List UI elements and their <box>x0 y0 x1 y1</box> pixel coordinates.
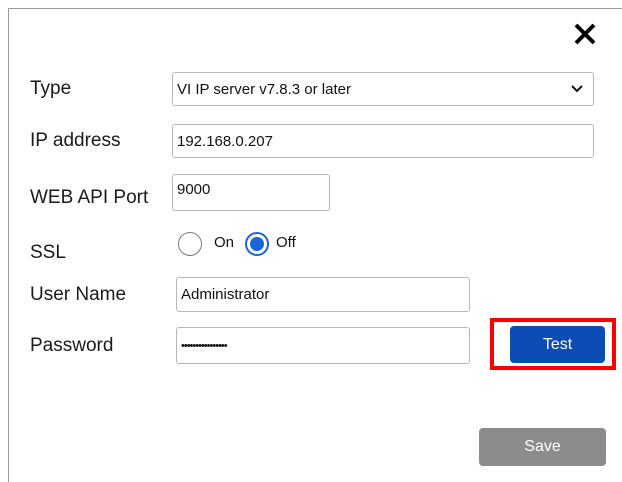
save-button[interactable]: Save <box>479 428 606 466</box>
ssl-on-label[interactable]: On <box>214 234 234 251</box>
type-select[interactable]: VI IP server v7.8.3 or later <box>172 72 594 106</box>
password-value: •••••••••••••••• <box>181 339 228 352</box>
ip-address-value: 192.168.0.207 <box>177 132 273 150</box>
type-label: Type <box>30 78 72 99</box>
ip-address-input[interactable]: 192.168.0.207 <box>172 124 594 158</box>
chevron-down-icon <box>571 85 583 93</box>
ssl-off-label[interactable]: Off <box>276 234 296 251</box>
user-name-value: Administrator <box>181 286 270 303</box>
close-icon[interactable] <box>570 19 600 49</box>
ip-address-label: IP address <box>30 130 121 151</box>
web-api-port-value: 9000 <box>177 181 211 198</box>
web-api-port-input[interactable]: 9000 <box>172 174 330 211</box>
test-button[interactable]: Test <box>510 326 605 363</box>
password-label: Password <box>30 335 114 356</box>
user-name-label: User Name <box>30 284 127 305</box>
ssl-label: SSL <box>30 242 66 263</box>
web-api-port-label: WEB API Port <box>30 187 149 208</box>
ssl-off-radio[interactable] <box>245 232 269 256</box>
user-name-input[interactable]: Administrator <box>176 277 470 312</box>
ssl-on-radio[interactable] <box>178 232 202 256</box>
type-select-value: VI IP server v7.8.3 or later <box>177 80 351 98</box>
password-input[interactable]: •••••••••••••••• <box>176 327 470 364</box>
